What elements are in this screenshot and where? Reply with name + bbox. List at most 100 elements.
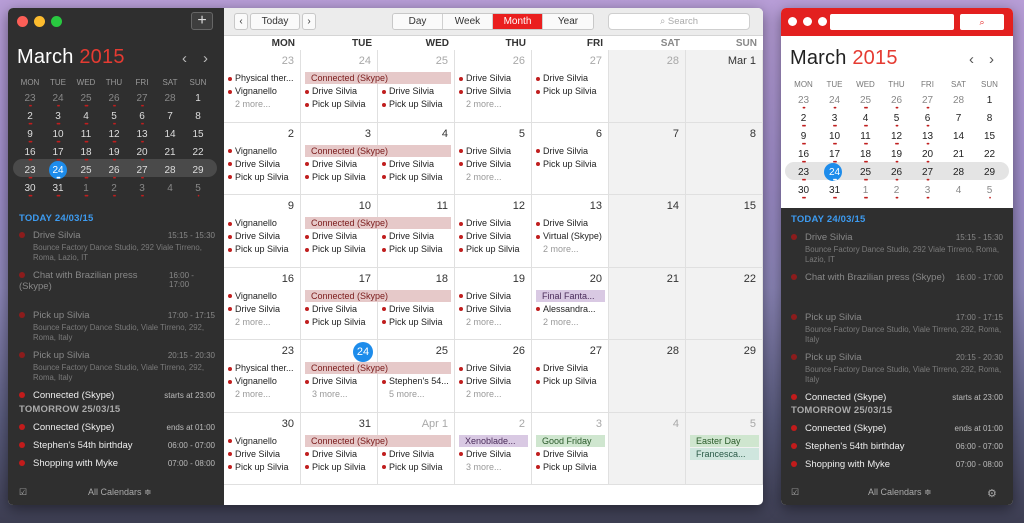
event-item[interactable]: Drive Silvia	[459, 303, 527, 316]
more-events-link[interactable]: 3 more...	[305, 388, 373, 401]
mini-day[interactable]: 23 •••	[16, 164, 44, 182]
agenda-event[interactable]: Stephen's 54th birthday 06:00 - 07:00	[791, 441, 1003, 452]
more-events-link[interactable]: 2 more...	[536, 243, 604, 256]
event-item[interactable]: Drive Silvia	[305, 375, 373, 388]
event-item[interactable]: Drive Silvia	[459, 448, 527, 461]
more-events-link[interactable]: 2 more...	[459, 171, 527, 184]
multi-day-event[interactable]: Connected (Skype)	[305, 434, 451, 447]
day-cell[interactable]: 11 Drive Silvia Pick up Silvia	[378, 195, 455, 268]
multi-day-event[interactable]: Francesca...	[690, 447, 759, 460]
event-item[interactable]: Vignanello	[228, 435, 296, 448]
event-item[interactable]: Drive Silvia	[228, 158, 296, 171]
mini-day[interactable]: 21	[156, 146, 184, 164]
mini-day[interactable]: 22	[974, 148, 1005, 166]
mini-day[interactable]: 26 ••	[881, 94, 912, 112]
day-cell[interactable]: 20 Alessandra... 2 more...	[532, 267, 609, 340]
event-item[interactable]: Drive Silvia	[305, 230, 373, 243]
event-item[interactable]: Pick up Silvia	[228, 243, 296, 256]
mini-day[interactable]: 25 •••	[72, 164, 100, 182]
more-events-link[interactable]: 3 more...	[459, 461, 527, 474]
event-item[interactable]: Drive Silvia	[536, 217, 604, 230]
multi-day-event[interactable]: Connected (Skype)	[305, 72, 451, 84]
gear-icon[interactable]: ⚙	[987, 487, 997, 500]
event-item[interactable]: Stephen's 54...	[382, 375, 450, 388]
event-item[interactable]: Pick up Silvia	[382, 98, 450, 111]
mini-event-input[interactable]	[830, 14, 954, 30]
mini-day[interactable]: 2 ••	[881, 184, 912, 202]
mini-day[interactable]: 24 •••	[819, 163, 850, 184]
mini-day[interactable]: 19 ••	[881, 148, 912, 166]
agenda-event[interactable]: Connected (Skype) ends at 01:00	[791, 423, 1003, 434]
mini-day[interactable]: 13 ••	[912, 130, 943, 148]
close-icon[interactable]	[17, 16, 28, 27]
day-cell[interactable]: 25 Stephen's 54... 5 more...	[378, 340, 455, 413]
day-cell[interactable]: Apr 1 Drive Silvia Pick up Silvia	[378, 412, 455, 485]
agenda-event[interactable]: Connected (Skype) starts at 23:00	[791, 392, 1003, 403]
mini-day[interactable]: 9 •••	[16, 128, 44, 146]
event-item[interactable]: Pick up Silvia	[228, 461, 296, 474]
mini-day[interactable]: 25 •••	[850, 94, 881, 112]
event-item[interactable]: Pick up Silvia	[536, 158, 604, 171]
mini-day[interactable]: 18 •••	[850, 148, 881, 166]
day-cell[interactable]: 27 Drive Silvia Pick up Silvia	[532, 340, 609, 413]
next-icon[interactable]: ›	[302, 13, 316, 30]
day-cell[interactable]: 13 Drive Silvia Virtual (Skype) 2 more...	[532, 195, 609, 268]
mini-day[interactable]: 9 •••	[788, 130, 819, 148]
multi-day-event[interactable]: Connected (Skype)	[305, 362, 451, 374]
event-item[interactable]: Vignanello	[228, 217, 296, 230]
calendars-selector[interactable]: All Calendars ≑	[88, 487, 152, 498]
mini-day[interactable]: 24 ••	[44, 92, 72, 110]
day-cell[interactable]: 4 Drive Silvia Pick up Silvia	[378, 122, 455, 195]
more-events-link[interactable]: 2 more...	[536, 316, 604, 329]
mini-day[interactable]: 2 •••	[788, 112, 819, 130]
day-cell[interactable]: 21	[609, 267, 686, 340]
mini-day[interactable]: 29	[184, 164, 212, 182]
event-item[interactable]: Vignanello	[228, 290, 296, 303]
next-month-icon[interactable]: ›	[203, 50, 208, 67]
day-cell[interactable]: 28	[609, 340, 686, 413]
multi-day-event[interactable]: Xenoblade...	[459, 434, 528, 447]
next-month-icon[interactable]: ›	[989, 51, 994, 68]
event-item[interactable]: Pick up Silvia	[382, 171, 450, 184]
event-item[interactable]: Pick up Silvia	[382, 243, 450, 256]
mini-day[interactable]: 2 •••	[16, 110, 44, 128]
agenda-event[interactable]: Pick up Silvia 20:15 - 20:30 Bounce Factor…	[19, 350, 215, 383]
mini-day[interactable]: 28	[156, 164, 184, 182]
agenda-event[interactable]: Drive Silvia 15:15 - 15:30 Bounce Factory …	[791, 232, 1003, 265]
mini-day[interactable]: 7	[156, 110, 184, 128]
checkbox-icon[interactable]: ☑	[791, 487, 799, 498]
more-events-link[interactable]: 2 more...	[459, 316, 527, 329]
view-tab-week[interactable]: Week	[443, 14, 493, 29]
multi-day-event[interactable]: Good Friday	[536, 434, 605, 447]
agenda-event[interactable]: Connected (Skype) starts at 23:00	[19, 390, 215, 401]
day-cell[interactable]: 2 Vignanello Drive Silvia Pick up Silvia	[224, 122, 301, 195]
mini-day[interactable]: 30 •••	[788, 184, 819, 202]
day-cell[interactable]: 6 Drive Silvia Pick up Silvia	[532, 122, 609, 195]
event-item[interactable]: Drive Silvia	[459, 145, 527, 158]
more-events-link[interactable]: 2 more...	[228, 388, 296, 401]
view-tab-year[interactable]: Year	[543, 14, 593, 29]
prev-month-icon[interactable]: ‹	[182, 50, 187, 67]
mini-day[interactable]: 3 ••	[912, 184, 943, 202]
mini-day[interactable]: 10 •••	[44, 128, 72, 146]
mini-day[interactable]: 11 •••	[850, 130, 881, 148]
mini-day[interactable]: 15	[184, 128, 212, 146]
event-item[interactable]: Pick up Silvia	[305, 171, 373, 184]
mini-day[interactable]: 1 •••	[850, 184, 881, 202]
day-cell[interactable]: 24 Drive Silvia Pick up Silvia	[301, 50, 378, 123]
mini-day[interactable]: 23 ••	[16, 92, 44, 110]
view-tab-month[interactable]: Month	[493, 14, 543, 29]
more-events-link[interactable]: 5 more...	[382, 388, 450, 401]
mini-day[interactable]: 12 •••	[100, 128, 128, 146]
day-cell[interactable]: 26 Drive Silvia Drive Silvia 2 more...	[455, 50, 532, 123]
mini-day[interactable]: 22	[184, 146, 212, 164]
event-item[interactable]: Pick up Silvia	[536, 461, 604, 474]
minimize-icon[interactable]	[803, 17, 812, 26]
mini-day[interactable]: 5 ••	[881, 112, 912, 130]
event-item[interactable]: Vignanello	[228, 145, 296, 158]
event-item[interactable]: Drive Silvia	[459, 362, 527, 375]
event-item[interactable]: Alessandra...	[536, 303, 604, 316]
mini-day[interactable]: 31 •••	[819, 184, 850, 202]
mini-day[interactable]: 11 •••	[72, 128, 100, 146]
agenda-event[interactable]: Shopping with Myke 07:00 - 08:00	[791, 459, 1003, 470]
